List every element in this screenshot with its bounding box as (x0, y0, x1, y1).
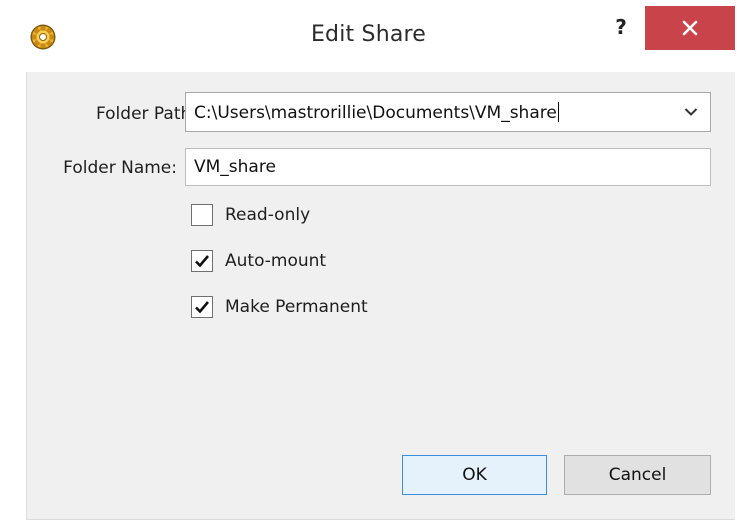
close-icon (682, 20, 698, 36)
dialog-content: Folder Path: C:\Users\mastrorillie\Docum… (26, 72, 735, 520)
read-only-label: Read-only (225, 205, 311, 225)
checkmark-icon (195, 255, 209, 268)
chevron-down-icon[interactable] (684, 107, 698, 117)
folder-path-combobox[interactable]: C:\Users\mastrorillie\Documents\VM_share (185, 92, 711, 132)
text-caret (557, 102, 559, 122)
make-permanent-checkbox[interactable] (191, 296, 213, 318)
ok-button[interactable]: OK (402, 455, 547, 495)
read-only-checkbox[interactable] (191, 204, 213, 226)
title-bar[interactable]: Edit Share ? (0, 0, 737, 70)
close-button[interactable] (645, 6, 735, 50)
folder-path-label: Folder Path: (95, 104, 197, 124)
checkmark-icon (195, 301, 209, 314)
auto-mount-label: Auto-mount (225, 251, 327, 271)
cancel-button[interactable]: Cancel (564, 455, 711, 495)
folder-name-value: VM_share (194, 157, 276, 177)
folder-path-value[interactable]: C:\Users\mastrorillie\Documents\VM_share (194, 102, 559, 123)
folder-name-label: Folder Name: (63, 158, 177, 178)
auto-mount-checkbox[interactable] (191, 250, 213, 272)
make-permanent-label: Make Permanent (225, 297, 368, 317)
edit-share-dialog: Edit Share ? Folder Path: C:\Users\mastr… (0, 0, 737, 529)
folder-name-input[interactable]: VM_share (185, 148, 711, 186)
help-button[interactable]: ? (608, 14, 634, 40)
